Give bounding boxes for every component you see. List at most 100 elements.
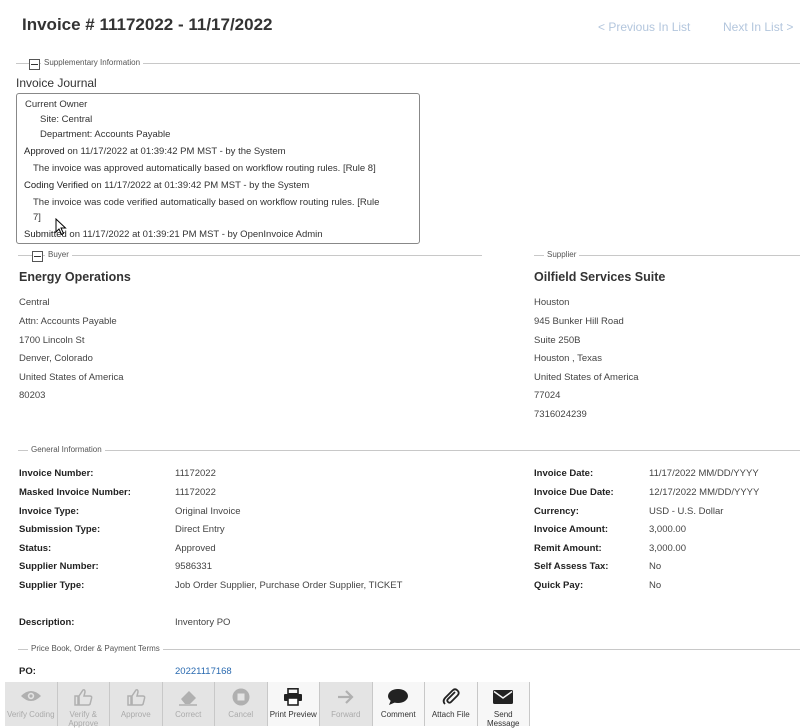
action-meta: on 11/17/2022 at 01:39:42 PM MST - by th… bbox=[91, 180, 310, 191]
correct-button[interactable]: Correct bbox=[162, 682, 215, 726]
action-label: Coding Verified bbox=[24, 180, 89, 191]
journal-entry-submitted: Submitted on 11/17/2022 at 01:39:21 PM M… bbox=[24, 229, 323, 240]
stop-circle-icon bbox=[232, 688, 250, 706]
field-label: Self Assess Tax: bbox=[534, 561, 609, 572]
submission-type-value: Direct Entry bbox=[175, 524, 225, 535]
toolbar-label: Correct bbox=[175, 710, 202, 719]
po-number-link[interactable]: 20221117168 bbox=[175, 666, 232, 677]
general-section-title: General Information bbox=[28, 445, 105, 455]
quick-pay-value: No bbox=[649, 580, 662, 591]
journal-entry-approved: Approved on 11/17/2022 at 01:39:42 PM MS… bbox=[24, 146, 286, 157]
description-value: Inventory PO bbox=[175, 617, 231, 628]
invoice-journal-title: Invoice Journal bbox=[16, 76, 97, 90]
print-preview-button[interactable]: Print Preview bbox=[267, 682, 320, 726]
toolbar-label: Attach File bbox=[431, 710, 470, 719]
envelope-icon bbox=[493, 690, 514, 704]
buyer-address-line: Central bbox=[19, 297, 50, 308]
field-label: Description: bbox=[19, 617, 75, 628]
eraser-icon bbox=[179, 691, 198, 706]
supplier-legend: Supplier bbox=[534, 250, 800, 262]
currency-value: USD - U.S. Dollar bbox=[649, 506, 724, 517]
send-message-button[interactable]: Send Message bbox=[477, 682, 530, 728]
toolbar-label: Print Preview bbox=[269, 710, 317, 719]
masked-invoice-number-value: 11172022 bbox=[175, 487, 216, 498]
collapse-supplementary-icon[interactable] bbox=[29, 59, 40, 70]
buyer-section-title: Buyer bbox=[45, 250, 72, 260]
general-legend: General Information bbox=[18, 445, 800, 457]
toolbar-label: Cancel bbox=[228, 710, 254, 719]
current-owner-label: Current Owner bbox=[25, 99, 88, 110]
action-meta: on 11/17/2022 at 01:39:42 PM MST - by th… bbox=[67, 146, 286, 157]
toolbar-label: Send Message bbox=[487, 710, 520, 728]
terms-legend: Price Book, Order & Payment Terms bbox=[18, 644, 800, 656]
field-label: Invoice Amount: bbox=[534, 524, 609, 535]
buyer-address-line: United States of America bbox=[19, 372, 124, 383]
page-title: Invoice # 11172022 - 11/17/2022 bbox=[22, 15, 273, 34]
printer-icon bbox=[284, 688, 303, 706]
self-assess-tax-value: No bbox=[649, 561, 662, 572]
thumbs-up-icon bbox=[74, 689, 93, 706]
verify-approve-button[interactable]: Verify & Approve bbox=[57, 682, 110, 728]
supplementary-title: Supplementary Information bbox=[41, 58, 144, 68]
field-label: Invoice Date: bbox=[534, 468, 594, 479]
cancel-button[interactable]: Cancel bbox=[215, 682, 268, 726]
action-meta: on 11/17/2022 at 01:39:21 PM MST - by Op… bbox=[69, 229, 323, 240]
toolbar-label: Verify & Approve bbox=[68, 710, 99, 728]
collapse-buyer-icon[interactable] bbox=[32, 251, 43, 262]
arrow-right-icon bbox=[337, 690, 354, 704]
journal-note-approved: The invoice was approved automatically b… bbox=[33, 163, 376, 174]
buyer-address-line: 80203 bbox=[19, 390, 46, 401]
previous-in-list-link[interactable]: < Previous In List bbox=[598, 20, 690, 34]
invoice-due-date-value: 12/17/2022 MM/DD/YYYY bbox=[649, 487, 760, 498]
owner-site: Site: Central bbox=[40, 114, 93, 125]
field-label: PO: bbox=[19, 666, 36, 677]
supplier-number-value: 9586331 bbox=[175, 561, 212, 572]
field-label: Currency: bbox=[534, 506, 579, 517]
field-label: Supplier Number: bbox=[19, 561, 99, 572]
toolbar-label: Forward bbox=[331, 710, 361, 719]
terms-section-title: Price Book, Order & Payment Terms bbox=[28, 644, 163, 654]
invoice-date-value: 11/17/2022 MM/DD/YYYY bbox=[649, 468, 759, 479]
next-in-list-link[interactable]: Next In List > bbox=[723, 20, 793, 34]
toolbar-label: Comment bbox=[380, 710, 416, 719]
invoice-number-value: 11172022 bbox=[175, 468, 216, 479]
supplier-section-title: Supplier bbox=[544, 250, 580, 260]
journal-note-coding-1: The invoice was code verified automatica… bbox=[33, 197, 380, 208]
supplier-address-line: United States of America bbox=[534, 372, 639, 383]
invoice-journal-box: Current Owner Site: Central Department: … bbox=[16, 93, 420, 244]
mouse-cursor-icon bbox=[55, 218, 67, 236]
field-label: Supplier Type: bbox=[19, 580, 85, 591]
supplier-address-line: Suite 250B bbox=[534, 335, 581, 346]
journal-entry-coding: Coding Verified on 11/17/2022 at 01:39:4… bbox=[24, 180, 309, 191]
field-label: Status: bbox=[19, 543, 52, 554]
supplier-address-line: 77024 bbox=[534, 390, 561, 401]
supplier-address-line: 945 Bunker Hill Road bbox=[534, 316, 624, 327]
supplier-phone: 7316024239 bbox=[534, 409, 587, 420]
action-toolbar: Verify Coding Verify & Approve Approve C… bbox=[5, 682, 530, 728]
remit-amount-value: 3,000.00 bbox=[649, 543, 686, 554]
field-label: Remit Amount: bbox=[534, 543, 602, 554]
buyer-legend: Buyer bbox=[18, 250, 482, 262]
attach-file-button[interactable]: Attach File bbox=[425, 682, 478, 726]
invoice-amount-value: 3,000.00 bbox=[649, 524, 686, 535]
field-label: Masked Invoice Number: bbox=[19, 487, 131, 498]
buyer-address-line: Denver, Colorado bbox=[19, 353, 93, 364]
field-label: Invoice Number: bbox=[19, 468, 94, 479]
buyer-address-line: 1700 Lincoln St bbox=[19, 335, 85, 346]
eye-icon bbox=[20, 691, 41, 701]
comment-button[interactable]: Comment bbox=[372, 682, 425, 726]
comment-icon bbox=[388, 689, 409, 705]
toolbar-label: Verify Coding bbox=[6, 710, 55, 719]
journal-note-coding-2: 7] bbox=[33, 212, 41, 223]
verify-coding-button[interactable]: Verify Coding bbox=[5, 682, 58, 726]
field-label: Invoice Type: bbox=[19, 506, 80, 517]
forward-button[interactable]: Forward bbox=[320, 682, 373, 726]
supplier-address-line: Houston bbox=[534, 297, 570, 308]
invoice-type-value: Original Invoice bbox=[175, 506, 241, 517]
supplementary-legend: Supplementary Information bbox=[16, 58, 800, 70]
toolbar-label: Approve bbox=[120, 710, 151, 719]
approve-button[interactable]: Approve bbox=[110, 682, 163, 726]
supplier-address-line: Houston , Texas bbox=[534, 353, 602, 364]
field-label: Invoice Due Date: bbox=[534, 487, 614, 498]
buyer-address-line: Attn: Accounts Payable bbox=[19, 316, 117, 327]
